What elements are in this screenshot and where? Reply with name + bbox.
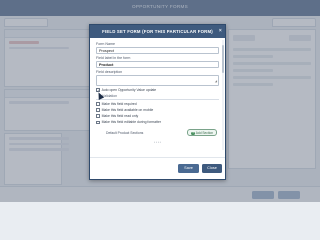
form-name-label: Form Name: [96, 42, 115, 46]
close-button[interactable]: Close: [202, 164, 222, 173]
required-label: Make this field required: [101, 101, 137, 106]
validation-heading: Validation: [102, 93, 118, 98]
add-section-label: Add Section: [195, 131, 213, 136]
modal-footer: Save Close: [90, 157, 225, 179]
field-label-input[interactable]: Product: [96, 61, 219, 68]
add-section-button[interactable]: + Add Section: [187, 129, 217, 137]
validation-option-required[interactable]: Make this field required: [96, 102, 219, 106]
save-button[interactable]: Save: [178, 164, 199, 173]
divider: [96, 98, 219, 100]
readonly-checkbox[interactable]: [96, 114, 100, 119]
validation-option-editable[interactable]: Make this field editable during formatte…: [96, 120, 219, 124]
readonly-label: Make this field read only: [101, 114, 139, 119]
editable-label: Make this field editable during formatte…: [101, 120, 161, 125]
modal-body: Form Name Prospect Field label in the fo…: [90, 38, 225, 157]
field-set-modal: FIELD SET FORM (FOR THIS PARTICULAR FORM…: [89, 24, 226, 180]
editable-checkbox[interactable]: [96, 120, 100, 125]
mobile-label: Make this field available on mobile: [101, 108, 154, 113]
default-sections-label: Default Product Sections: [106, 131, 144, 136]
required-checkbox[interactable]: [96, 102, 100, 106]
pager-dots: • • • •: [154, 140, 161, 145]
field-description-label: Field description: [96, 70, 123, 74]
field-description-textarea[interactable]: ◢: [96, 75, 219, 86]
plus-icon: +: [191, 130, 195, 136]
close-icon[interactable]: ×: [219, 25, 222, 38]
field-label-label: Field label in the form: [96, 56, 131, 60]
scrollbar-thumb[interactable]: [222, 45, 224, 73]
validation-option-mobile[interactable]: Make this field available on mobile: [96, 108, 219, 112]
mobile-checkbox[interactable]: [96, 108, 100, 112]
form-name-input[interactable]: Prospect: [96, 47, 219, 54]
validation-option-readonly[interactable]: Make this field read only: [96, 114, 219, 118]
modal-title: FIELD SET FORM (FOR THIS PARTICULAR FORM…: [102, 29, 213, 34]
auto-open-row[interactable]: Auto open Opportunity Value update: [96, 88, 219, 92]
auto-open-label: Auto open Opportunity Value update: [101, 88, 157, 93]
default-sections-row: Default Product Sections + Add Section: [96, 129, 219, 137]
modal-header: FIELD SET FORM (FOR THIS PARTICULAR FORM…: [90, 25, 225, 38]
resize-grip-icon[interactable]: ◢: [215, 79, 217, 84]
